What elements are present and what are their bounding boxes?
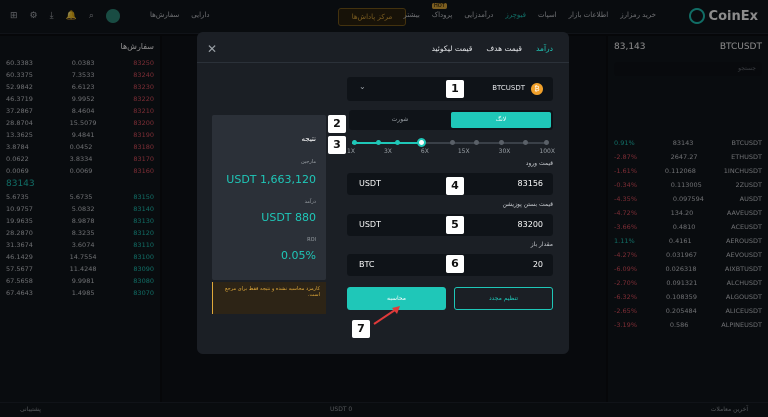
tab-target-price[interactable]: قیمت هدف (486, 44, 522, 53)
btc-coin-icon: ₿ (531, 83, 543, 95)
divider (197, 62, 569, 63)
slider-dot (473, 140, 479, 145)
roi-label: ROI (307, 237, 316, 243)
chevron-down-icon: ⌄ (359, 82, 366, 91)
fee-note: کارمزد محاسبه نشده و نتیجه فقط برای مرجع… (212, 282, 326, 314)
leverage-ticks: 1X 3X 6X 15X 30X 100X (347, 148, 555, 155)
pnl-label: درآمد (304, 199, 316, 205)
quantity-unit: BTC (359, 260, 375, 269)
leverage-tick[interactable]: 6X (421, 148, 429, 155)
slider-dot (544, 140, 550, 145)
leverage-tick[interactable]: 100X (539, 148, 555, 155)
margin-label: مارجین (300, 159, 316, 165)
side-toggle: لانگ شورت (349, 110, 553, 130)
leverage-slider[interactable] (352, 138, 550, 147)
step-badge: 1 (446, 80, 464, 98)
leverage-slider-handle[interactable] (416, 138, 426, 147)
pnl-value: USDT 880 (261, 211, 316, 224)
result-title: نتیجه (301, 135, 316, 143)
tab-pnl[interactable]: درآمد (536, 44, 553, 53)
pair-select-label: BTCUSDT (492, 84, 525, 92)
short-button[interactable]: شورت (351, 112, 449, 128)
long-button[interactable]: لانگ (451, 112, 551, 128)
leverage-tick[interactable]: 15X (458, 148, 470, 155)
tab-liquidation-price[interactable]: قیمت لیکوئید (432, 44, 473, 53)
step-badge: 5 (446, 216, 464, 234)
slider-dot (450, 140, 455, 145)
step-badge: 3 (328, 136, 346, 154)
slider-dot (375, 140, 381, 145)
result-panel: نتیجه مارجین USDT 1,663,120 درآمد USDT 8… (212, 115, 326, 280)
slider-dot (499, 140, 504, 145)
exit-value: 83200 (517, 220, 543, 229)
leverage-tick[interactable]: 1X (347, 148, 355, 155)
exit-unit: USDT (359, 220, 381, 229)
arrow-icon (373, 306, 400, 325)
roi-value: 0.05% (281, 249, 316, 262)
reset-button[interactable]: تنظیم مجدد (454, 287, 553, 310)
exit-price-label: قیمت بستن پوزیشن (502, 201, 553, 208)
entry-value: 83156 (517, 179, 543, 188)
entry-price-label: قیمت ورود (525, 160, 553, 167)
calculator-tabs: درآمد قیمت هدف قیمت لیکوئید (432, 44, 553, 53)
close-icon[interactable]: ✕ (207, 42, 217, 56)
step-badge: 6 (446, 255, 464, 273)
quantity-label: مقدار باز (530, 241, 553, 248)
margin-value: USDT 1,663,120 (226, 173, 316, 186)
leverage-slider-fill (352, 142, 419, 144)
slider-dot (522, 140, 528, 145)
step-badge: 4 (446, 177, 464, 195)
leverage-tick[interactable]: 30X (499, 148, 511, 155)
step-badge: 2 (328, 115, 346, 133)
quantity-value: 20 (532, 260, 543, 269)
entry-unit: USDT (359, 179, 381, 188)
step-badge: 7 (352, 320, 370, 338)
slider-dot (352, 140, 357, 145)
slider-dot (395, 140, 401, 145)
leverage-tick[interactable]: 3X (384, 148, 392, 155)
